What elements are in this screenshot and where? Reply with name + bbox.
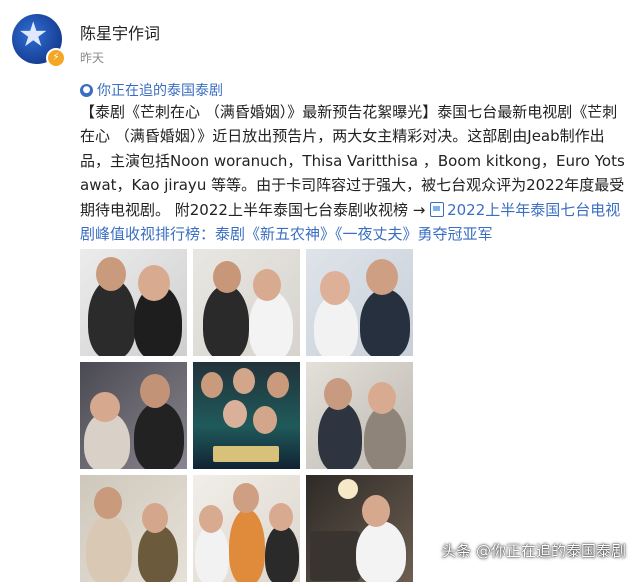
photo-4[interactable] bbox=[80, 362, 187, 469]
username[interactable]: 陈星宇作词 bbox=[80, 20, 160, 44]
photo-5[interactable] bbox=[193, 362, 300, 469]
topic-tag[interactable]: ● 你正在追的泰国泰剧 bbox=[80, 80, 223, 100]
star-icon: ★ bbox=[18, 15, 49, 55]
photo-2[interactable] bbox=[193, 249, 300, 356]
post-time: 昨天 bbox=[80, 51, 105, 65]
photo-6[interactable] bbox=[306, 362, 413, 469]
article-link-icon bbox=[430, 201, 445, 217]
photo-7[interactable] bbox=[80, 475, 187, 582]
photo-9[interactable] bbox=[306, 475, 413, 582]
photo-8[interactable] bbox=[193, 475, 300, 582]
watermark: 头条 @你正在追的泰国泰剧 bbox=[441, 542, 626, 560]
topic-icon: ● bbox=[80, 83, 93, 97]
topic-label: 你正在追的泰国泰剧 bbox=[97, 83, 223, 99]
post-body: 【泰剧《芒刺在心 （满昏婚姻）》最新预告花絮曝光】泰国七台最新电视剧《芒刺在心 … bbox=[80, 100, 626, 246]
photo-1[interactable] bbox=[80, 249, 187, 356]
photo-3[interactable] bbox=[306, 249, 413, 356]
verified-badge-icon: ⚡ bbox=[46, 48, 66, 68]
